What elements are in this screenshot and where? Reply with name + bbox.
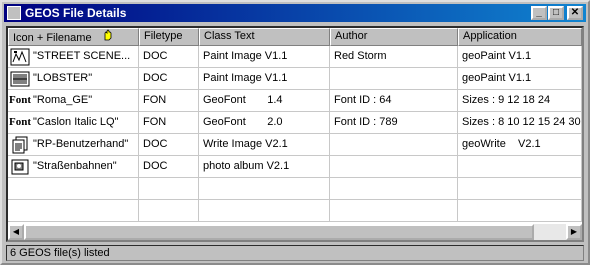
file-list-view[interactable]: Icon + Filename Filetype Class Text Auth… [6,26,584,242]
close-button[interactable]: ✕ [567,6,583,20]
paint-image-icon [10,48,30,66]
scroll-thumb[interactable] [24,224,534,240]
class-text: GeoFont 2.0 [199,112,330,134]
table-row[interactable]: Font "Roma_GE" FON GeoFont 1.4 Font ID :… [8,90,582,112]
hand-pointer-icon [98,29,113,44]
application [458,156,582,178]
window-title: GEOS File Details [25,6,127,20]
column-header-author[interactable]: Author [330,28,458,46]
column-header-filetype[interactable]: Filetype [139,28,199,46]
class-text: Paint Image V1.1 [199,46,330,68]
class-text: Paint Image V1.1 [199,68,330,90]
file-type: DOC [139,134,199,156]
class-text: Write Image V2.1 [199,134,330,156]
empty-row [8,178,582,200]
paint-image-icon [10,70,30,88]
file-name: "Straßenbahnen" [33,160,117,172]
file-type: DOC [139,46,199,68]
font-icon: Font [9,94,31,106]
class-text: GeoFont 1.4 [199,90,330,112]
application: Sizes : 9 12 18 24 [458,90,582,112]
application: geoWrite V2.1 [458,134,582,156]
table-row[interactable]: "RP-Benutzerhand" DOC Write Image V2.1 g… [8,134,582,156]
file-type: DOC [139,156,199,178]
author: Red Storm [330,46,458,68]
column-header-class-text[interactable]: Class Text [199,28,330,46]
column-header-application[interactable]: Application [458,28,582,46]
file-type: FON [139,90,199,112]
app-icon [7,6,21,20]
scroll-track[interactable] [24,224,566,240]
scroll-left-button[interactable]: ◀ [8,224,24,240]
file-name: "Roma_GE" [33,94,93,106]
file-name: "STREET SCENE... [33,50,131,62]
table-row[interactable]: "Straßenbahnen" DOC photo album V2.1 [8,156,582,178]
table-row[interactable]: Font "Caslon Italic LQ" FON GeoFont 2.0 … [8,112,582,134]
status-bar: 6 GEOS file(s) listed [6,245,584,261]
application: geoPaint V1.1 [458,68,582,90]
table-row[interactable]: "STREET SCENE... DOC Paint Image V1.1 Re… [8,46,582,68]
author [330,156,458,178]
application: Sizes : 8 10 12 15 24 30 [458,112,582,134]
minimize-button[interactable]: _ [531,6,547,20]
author [330,134,458,156]
write-doc-icon [10,136,30,154]
author [330,68,458,90]
column-header: Icon + Filename Filetype Class Text Auth… [8,28,582,46]
empty-row [8,200,582,222]
column-header-filename[interactable]: Icon + Filename [8,28,139,46]
file-name: "RP-Benutzerhand" [33,138,129,150]
maximize-button[interactable]: □ [548,6,564,20]
file-type: DOC [139,68,199,90]
file-name: "Caslon Italic LQ" [33,116,119,128]
author: Font ID : 789 [330,112,458,134]
scroll-right-button[interactable]: ▶ [566,224,582,240]
table-row[interactable]: "LOBSTER" DOC Paint Image V1.1 geoPaint … [8,68,582,90]
file-name: "LOBSTER" [33,72,93,84]
author: Font ID : 64 [330,90,458,112]
class-text: photo album V2.1 [199,156,330,178]
photo-album-icon [10,158,30,176]
font-icon: Font [9,116,31,128]
title-bar[interactable]: GEOS File Details _ □ ✕ [4,4,586,22]
horizontal-scrollbar[interactable]: ◀ ▶ [8,224,582,240]
application: geoPaint V1.1 [458,46,582,68]
file-type: FON [139,112,199,134]
geos-file-details-window: GEOS File Details _ □ ✕ Icon + Filename … [0,0,590,265]
